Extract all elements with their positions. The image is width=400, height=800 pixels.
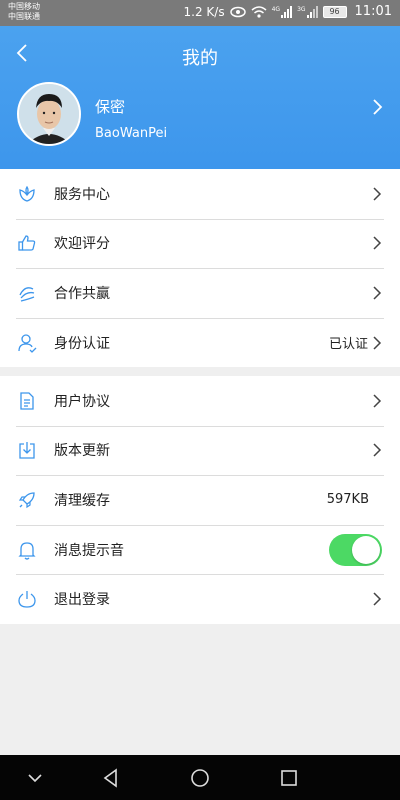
document-icon — [20, 392, 34, 410]
toggle-knob — [352, 535, 380, 564]
cache-size: 597KB — [326, 492, 369, 508]
signal-3g-label: 3G — [297, 5, 306, 13]
menu-item-label: 欢迎评分 — [54, 236, 110, 253]
menu-item-version-update[interactable]: 版本更新 — [0, 425, 400, 476]
menu-item-label: 清理缓存 — [54, 492, 110, 509]
chevron-down-icon[interactable] — [24, 767, 46, 789]
power-icon — [18, 591, 36, 608]
menu-item-identity-verification[interactable]: 身份认证 已认证 — [0, 317, 400, 368]
signal-4g-icon: 4G — [271, 5, 293, 18]
chevron-right-icon — [373, 187, 382, 201]
download-icon — [19, 442, 35, 460]
menu-item-label: 版本更新 — [54, 443, 110, 460]
menu-item-label: 合作共赢 — [54, 285, 110, 302]
menu-group-1: 服务中心 欢迎评分 合作共赢 身份认证 已认证 — [0, 169, 400, 368]
chevron-right-icon[interactable] — [372, 98, 384, 116]
wifi-icon — [251, 5, 267, 18]
chevron-right-icon — [373, 286, 382, 300]
back-triangle-icon[interactable] — [100, 767, 122, 789]
chevron-right-icon — [373, 592, 382, 606]
clock: 11:01 — [354, 4, 392, 19]
handshake-icon — [19, 287, 35, 302]
status-bar: 中国移动 中国联通 1.2 K/s 4G 3G 96 11:01 — [0, 0, 400, 26]
menu-item-label: 用户协议 — [54, 393, 110, 410]
notification-sound-toggle[interactable] — [329, 533, 382, 566]
recents-square-icon[interactable] — [278, 767, 300, 789]
carrier-info: 中国移动 中国联通 — [8, 2, 40, 22]
menu-item-user-agreement[interactable]: 用户协议 — [0, 376, 400, 426]
verification-status: 已认证 — [328, 337, 368, 353]
person-icon — [18, 333, 37, 353]
avatar[interactable] — [17, 82, 81, 146]
page-title: 我的 — [182, 48, 218, 69]
flower-icon — [19, 185, 35, 202]
menu-item-rate-app[interactable]: 欢迎评分 — [0, 218, 400, 269]
chevron-right-icon — [373, 336, 382, 350]
network-speed: 1.2 K/s — [183, 4, 225, 19]
battery-icon: 96 — [322, 5, 347, 18]
signal-3g-icon: 3G — [297, 5, 318, 18]
carrier-1: 中国移动 — [8, 2, 40, 11]
rocket-icon — [18, 492, 35, 509]
carrier-2: 中国联通 — [8, 12, 40, 21]
user-name[interactable]: 保密 — [95, 96, 125, 117]
profile-header: 我的 保密 BaoWanPei — [0, 26, 400, 169]
eye-icon — [229, 6, 246, 17]
bell-icon — [18, 541, 36, 560]
chevron-right-icon — [373, 443, 382, 457]
menu-item-label: 身份认证 — [54, 335, 110, 352]
menu-item-notification-sound: 消息提示音 — [0, 524, 400, 575]
thumbs-up-icon — [18, 235, 36, 252]
menu-item-cooperation[interactable]: 合作共赢 — [0, 268, 400, 318]
menu-item-label: 退出登录 — [54, 592, 110, 609]
menu-item-logout[interactable]: 退出登录 — [0, 574, 400, 624]
menu-item-label: 服务中心 — [54, 186, 110, 203]
menu-group-2: 用户协议 版本更新 清理缓存 597KB 消息提示音 退出登录 — [0, 376, 400, 624]
status-icons: 1.2 K/s 4G 3G 96 11:01 — [184, 4, 392, 19]
user-id: BaoWanPei — [95, 126, 168, 141]
signal-4g-label: 4G — [271, 5, 281, 13]
chevron-right-icon — [373, 394, 382, 408]
chevron-right-icon — [373, 236, 382, 250]
avatar-portrait — [19, 84, 79, 144]
home-circle-icon[interactable] — [189, 767, 211, 789]
menu-item-label: 消息提示音 — [54, 542, 124, 559]
menu-item-clear-cache[interactable]: 清理缓存 597KB — [0, 475, 400, 525]
menu-item-service-center[interactable]: 服务中心 — [0, 169, 400, 219]
system-nav-bar — [0, 755, 400, 800]
